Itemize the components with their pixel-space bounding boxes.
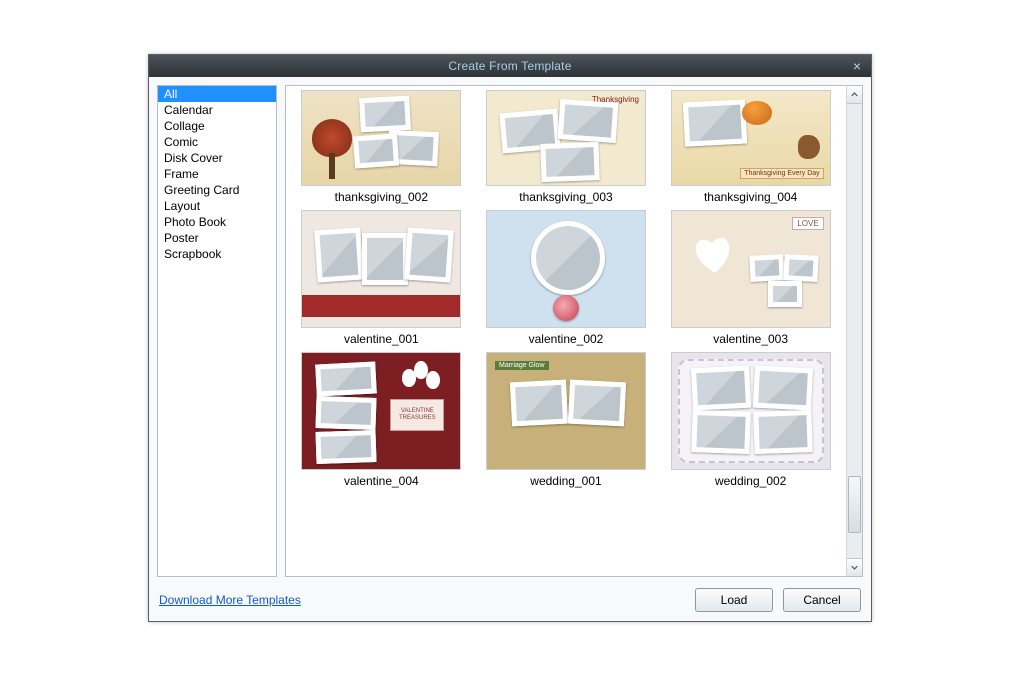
template-item[interactable]: VALENTINE TREASURES valentine_004 (292, 352, 471, 488)
sidebar-item-scrapbook[interactable]: Scrapbook (158, 246, 276, 262)
template-item[interactable]: valentine_001 (292, 210, 471, 346)
cancel-button[interactable]: Cancel (783, 588, 861, 612)
template-thumbnail[interactable] (301, 210, 461, 328)
sidebar-item-greeting-card[interactable]: Greeting Card (158, 182, 276, 198)
template-item[interactable]: Thanksgiving Every Day thanksgiving_004 (661, 90, 840, 204)
scroll-up-button[interactable] (847, 86, 862, 104)
category-list[interactable]: AllCalendarCollageComicDisk CoverFrameGr… (157, 85, 277, 577)
sidebar-item-photo-book[interactable]: Photo Book (158, 214, 276, 230)
template-caption: wedding_001 (530, 474, 601, 488)
template-thumbnail[interactable]: Thanksgiving (486, 90, 646, 186)
chevron-up-icon (851, 91, 858, 98)
template-caption: valentine_002 (529, 332, 604, 346)
download-more-templates-link[interactable]: Download More Templates (159, 593, 301, 607)
dialog-footer: Download More Templates Load Cancel (149, 581, 871, 621)
template-caption: valentine_003 (713, 332, 788, 346)
template-item[interactable]: Thanksgiving thanksgiving_003 (477, 90, 656, 204)
load-button[interactable]: Load (695, 588, 773, 612)
template-item[interactable]: LOVE valentine_003 (661, 210, 840, 346)
sidebar-item-all[interactable]: All (158, 86, 276, 102)
template-item[interactable]: thanksgiving_002 (292, 90, 471, 204)
sidebar-item-layout[interactable]: Layout (158, 198, 276, 214)
sidebar-item-frame[interactable]: Frame (158, 166, 276, 182)
scroll-down-button[interactable] (847, 558, 862, 576)
gallery-scrollbar[interactable] (846, 85, 863, 577)
scroll-thumb[interactable] (848, 476, 861, 532)
template-thumbnail[interactable] (671, 352, 831, 470)
template-thumbnail[interactable]: Thanksgiving Every Day (671, 90, 831, 186)
template-caption: thanksgiving_002 (335, 190, 428, 204)
sidebar-item-calendar[interactable]: Calendar (158, 102, 276, 118)
sidebar-item-poster[interactable]: Poster (158, 230, 276, 246)
template-gallery[interactable]: thanksgiving_002 Thanksgiving thanksgiving… (285, 85, 846, 577)
template-gallery-wrap: thanksgiving_002 Thanksgiving thanksgiving… (285, 85, 863, 577)
scroll-track[interactable] (847, 104, 862, 558)
template-caption: thanksgiving_003 (519, 190, 612, 204)
create-from-template-dialog: Create From Template × AllCalendarCollag… (148, 54, 872, 622)
sidebar-item-comic[interactable]: Comic (158, 134, 276, 150)
template-caption: valentine_004 (344, 474, 419, 488)
template-thumbnail[interactable]: Marriage Glow (486, 352, 646, 470)
template-thumbnail[interactable] (301, 90, 461, 186)
chevron-down-icon (851, 564, 858, 571)
template-caption: thanksgiving_004 (704, 190, 797, 204)
template-item[interactable]: Marriage Glow wedding_001 (477, 352, 656, 488)
sidebar-item-disk-cover[interactable]: Disk Cover (158, 150, 276, 166)
titlebar: Create From Template × (149, 55, 871, 77)
template-thumbnail[interactable]: VALENTINE TREASURES (301, 352, 461, 470)
template-item[interactable]: valentine_002 (477, 210, 656, 346)
template-item[interactable]: wedding_002 (661, 352, 840, 488)
template-thumbnail[interactable]: LOVE (671, 210, 831, 328)
dialog-title: Create From Template (149, 59, 871, 73)
dialog-body: AllCalendarCollageComicDisk CoverFrameGr… (149, 77, 871, 581)
template-thumbnail[interactable] (486, 210, 646, 328)
close-icon[interactable]: × (849, 55, 865, 77)
sidebar-item-collage[interactable]: Collage (158, 118, 276, 134)
template-caption: valentine_001 (344, 332, 419, 346)
template-caption: wedding_002 (715, 474, 786, 488)
